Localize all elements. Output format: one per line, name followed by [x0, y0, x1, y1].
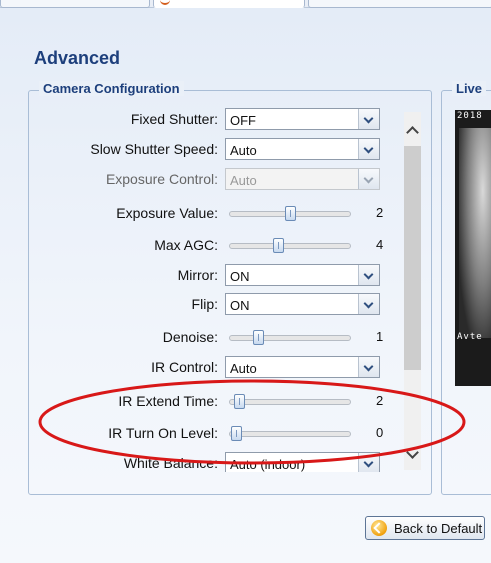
flip-select[interactable]: ON [225, 293, 380, 315]
page-title: Advanced [34, 48, 121, 68]
chevron-down-icon[interactable] [358, 453, 379, 472]
denoise-number: 1 [376, 329, 384, 344]
exposure-value-row: Exposure Value: 2 [30, 202, 386, 226]
ir-control-label: IR Control: [151, 359, 218, 375]
ir-extend-time-label: IR Extend Time: [118, 393, 218, 409]
mirror-select[interactable]: ON [225, 264, 380, 286]
white-balance-value: Auto (indoor) [230, 457, 306, 472]
chevron-up-icon[interactable] [404, 120, 421, 144]
slow-shutter-speed-label: Slow Shutter Speed: [90, 141, 218, 157]
fixed-shutter-label: Fixed Shutter: [130, 111, 218, 127]
slider-thumb[interactable] [253, 330, 265, 345]
white-balance-select[interactable]: Auto (indoor) [225, 452, 380, 472]
denoise-slider[interactable] [229, 330, 351, 345]
denoise-row: Denoise: 1 [30, 326, 386, 350]
ir-control-value: Auto [230, 361, 257, 376]
scrollbar-thumb[interactable] [404, 146, 421, 370]
tab-1[interactable] [0, 0, 150, 8]
slider-track [229, 431, 351, 437]
tab-strip [0, 0, 491, 8]
exposure-value-number: 2 [376, 205, 384, 220]
camera-configuration-legend: Camera Configuration [39, 81, 184, 96]
flip-value: ON [230, 298, 250, 313]
chevron-down-icon[interactable] [358, 139, 379, 159]
exposure-value-slider[interactable] [229, 206, 351, 221]
ir-turn-on-level-number: 0 [376, 425, 384, 440]
denoise-label: Denoise: [162, 329, 218, 345]
exposure-control-value: Auto [230, 173, 257, 188]
slider-track [229, 335, 351, 341]
chevron-down-icon[interactable] [358, 265, 379, 285]
slider-thumb[interactable] [233, 394, 245, 409]
chevron-down-icon[interactable] [358, 294, 379, 314]
mirror-row: Mirror: ON [30, 264, 386, 288]
live-camera-name: Avte [457, 332, 483, 342]
slider-thumb[interactable] [285, 206, 296, 221]
undo-arrow-icon [371, 520, 387, 536]
slider-track [229, 399, 351, 405]
tab-3[interactable] [308, 0, 491, 8]
back-to-default-button[interactable]: Back to Default [365, 516, 485, 540]
slow-shutter-speed-value: Auto [230, 143, 257, 158]
live-view[interactable]: 2018 Avte [455, 110, 491, 386]
fixed-shutter-select[interactable]: OFF [225, 108, 380, 130]
settings-scrollbar[interactable] [404, 112, 421, 470]
mirror-value: ON [230, 269, 250, 284]
live-timestamp: 2018 [457, 111, 483, 121]
max-agc-row: Max AGC: 4 [30, 234, 386, 258]
chevron-down-icon[interactable] [358, 109, 379, 129]
ir-extend-time-row: IR Extend Time: 2 [30, 390, 386, 414]
exposure-control-select: Auto [225, 168, 380, 190]
chevron-down-icon[interactable] [404, 446, 421, 470]
back-to-default-label: Back to Default [394, 521, 483, 536]
ir-control-select[interactable]: Auto [225, 356, 380, 378]
ir-extend-time-slider[interactable] [229, 394, 351, 409]
slider-thumb[interactable] [272, 238, 284, 253]
slow-shutter-speed-row: Slow Shutter Speed: Auto [30, 138, 386, 162]
fixed-shutter-value: OFF [230, 113, 256, 128]
ir-turn-on-level-row: IR Turn On Level: 0 [30, 422, 386, 446]
mirror-label: Mirror: [177, 267, 218, 283]
ir-extend-time-number: 2 [376, 393, 384, 408]
slider-thumb[interactable] [231, 426, 243, 441]
flip-label: Flip: [191, 296, 218, 312]
exposure-value-label: Exposure Value: [116, 205, 218, 221]
ir-turn-on-level-label: IR Turn On Level: [108, 425, 218, 441]
exposure-control-label: Exposure Control: [105, 171, 218, 187]
slider-track [229, 243, 351, 249]
max-agc-label: Max AGC: [154, 237, 218, 253]
white-balance-row: White Balance: Auto (indoor) [30, 452, 386, 472]
slow-shutter-speed-select[interactable]: Auto [225, 138, 380, 160]
exposure-control-row: Exposure Control: Auto [30, 168, 386, 192]
white-balance-label: White Balance: [123, 455, 218, 471]
live-legend: Live [452, 81, 487, 96]
fixed-shutter-row: Fixed Shutter: OFF [30, 108, 386, 132]
chevron-down-icon [358, 169, 379, 189]
ir-turn-on-level-slider[interactable] [229, 426, 351, 441]
chevron-down-icon[interactable] [358, 357, 379, 377]
live-camera-image [459, 128, 491, 338]
max-agc-slider[interactable] [229, 238, 351, 253]
tab-2[interactable] [153, 0, 305, 8]
ir-control-row: IR Control: Auto [30, 356, 386, 380]
max-agc-number: 4 [376, 237, 384, 252]
flip-row: Flip: ON [30, 293, 386, 317]
